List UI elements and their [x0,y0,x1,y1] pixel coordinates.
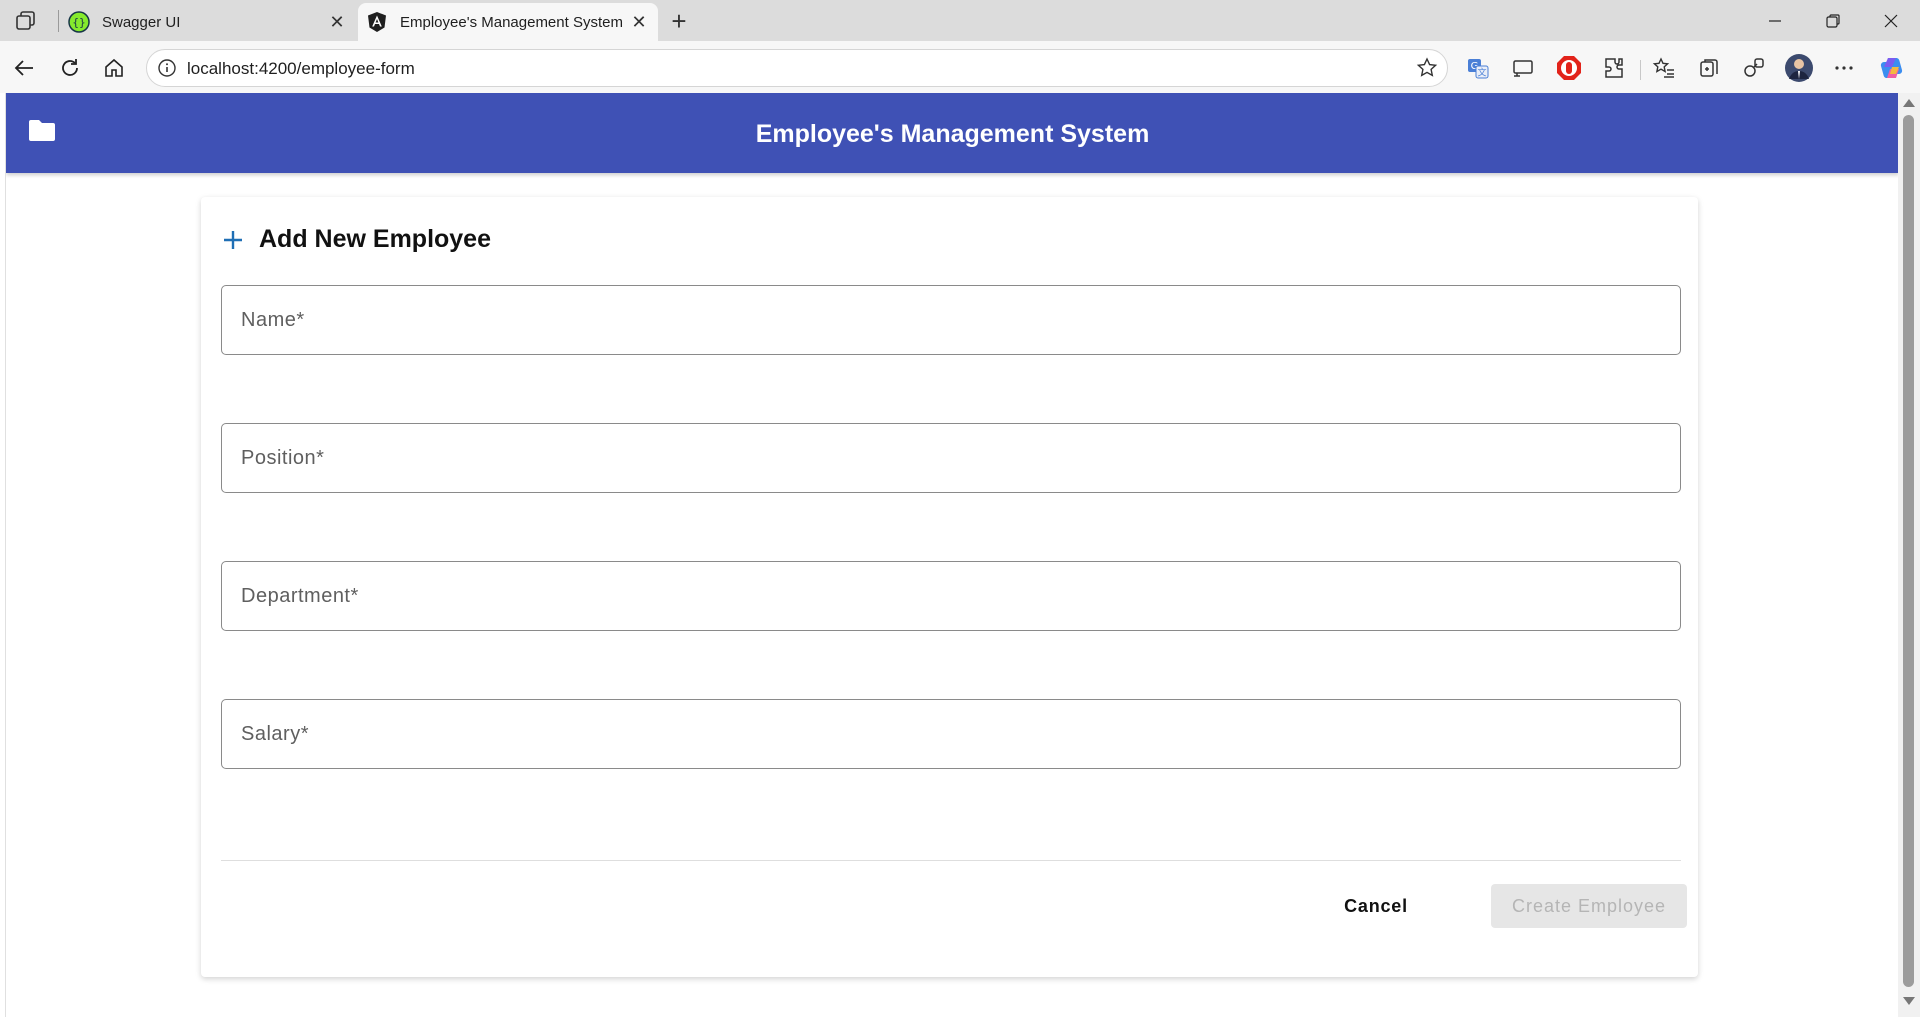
form-title: Add New Employee [259,225,491,253]
more-options-icon[interactable] [1828,52,1860,84]
address-bar[interactable]: localhost:4200/employee-form [146,49,1448,87]
position-field[interactable] [221,423,1681,493]
favorite-star-icon[interactable] [1415,56,1439,80]
close-tab-icon[interactable]: ✕ [326,11,348,33]
scrollbar-thumb[interactable] [1903,115,1914,987]
cancel-button[interactable]: Cancel [1321,884,1431,928]
page-viewport: Employee's Management System Add New Emp… [5,93,1898,1017]
app-title: Employee's Management System [755,120,1150,148]
refresh-button[interactable] [54,52,86,84]
name-input[interactable] [222,286,1680,354]
copilot-icon[interactable] [1876,52,1908,84]
form-heading: Add New Employee [221,225,491,254]
toolbar-divider [1640,60,1641,80]
tab-actions-icon[interactable] [12,8,42,34]
translate-icon[interactable]: G文 [1462,52,1494,84]
tab-employee-management[interactable]: Employee's Management System ✕ [358,3,658,41]
url-text[interactable]: localhost:4200/employee-form [187,59,415,79]
profile-avatar[interactable] [1783,52,1815,84]
create-employee-button[interactable]: Create Employee [1491,884,1687,928]
page-scrollbar[interactable] [1898,93,1920,1017]
plus-icon [224,230,242,249]
salary-input[interactable] [222,700,1680,768]
minimize-button[interactable] [1752,0,1798,41]
new-tab-button[interactable]: + [664,6,694,36]
svg-text:文: 文 [1477,67,1486,79]
scroll-up-icon[interactable] [1903,99,1915,107]
name-field[interactable] [221,285,1681,355]
back-button[interactable] [8,52,40,84]
performance-icon[interactable] [1738,52,1770,84]
restore-button[interactable] [1810,0,1856,41]
collections-icon[interactable] [1693,52,1725,84]
department-field[interactable] [221,561,1681,631]
tab-title: Employee's Management System [400,13,623,31]
close-window-button[interactable] [1868,0,1914,41]
svg-text:{}: {} [72,16,85,29]
home-button[interactable] [98,52,130,84]
position-input[interactable] [222,424,1680,492]
browser-tab-bar: {} Swagger UI ✕ Employee's Management Sy… [0,0,1920,41]
tab-separator [58,10,59,32]
employee-form-card: Add New Employee Cancel Create Employee [201,197,1698,977]
adblock-icon[interactable] [1553,52,1585,84]
extensions-icon[interactable] [1598,52,1630,84]
favorites-icon[interactable] [1648,52,1680,84]
close-tab-icon[interactable]: ✕ [628,11,650,33]
tab-title: Swagger UI [102,13,181,31]
tab-swagger-ui[interactable]: {} Swagger UI ✕ [60,3,356,41]
department-input[interactable] [222,562,1680,630]
browser-toolbar: localhost:4200/employee-form G文 [0,41,1920,93]
site-info-icon[interactable] [157,58,177,78]
cast-icon[interactable] [1507,52,1539,84]
actions-divider [221,860,1681,861]
app-header: Employee's Management System [6,93,1898,173]
scroll-down-icon[interactable] [1903,997,1915,1005]
salary-field[interactable] [221,699,1681,769]
angular-icon [368,12,386,32]
swagger-icon: {} [68,11,90,33]
